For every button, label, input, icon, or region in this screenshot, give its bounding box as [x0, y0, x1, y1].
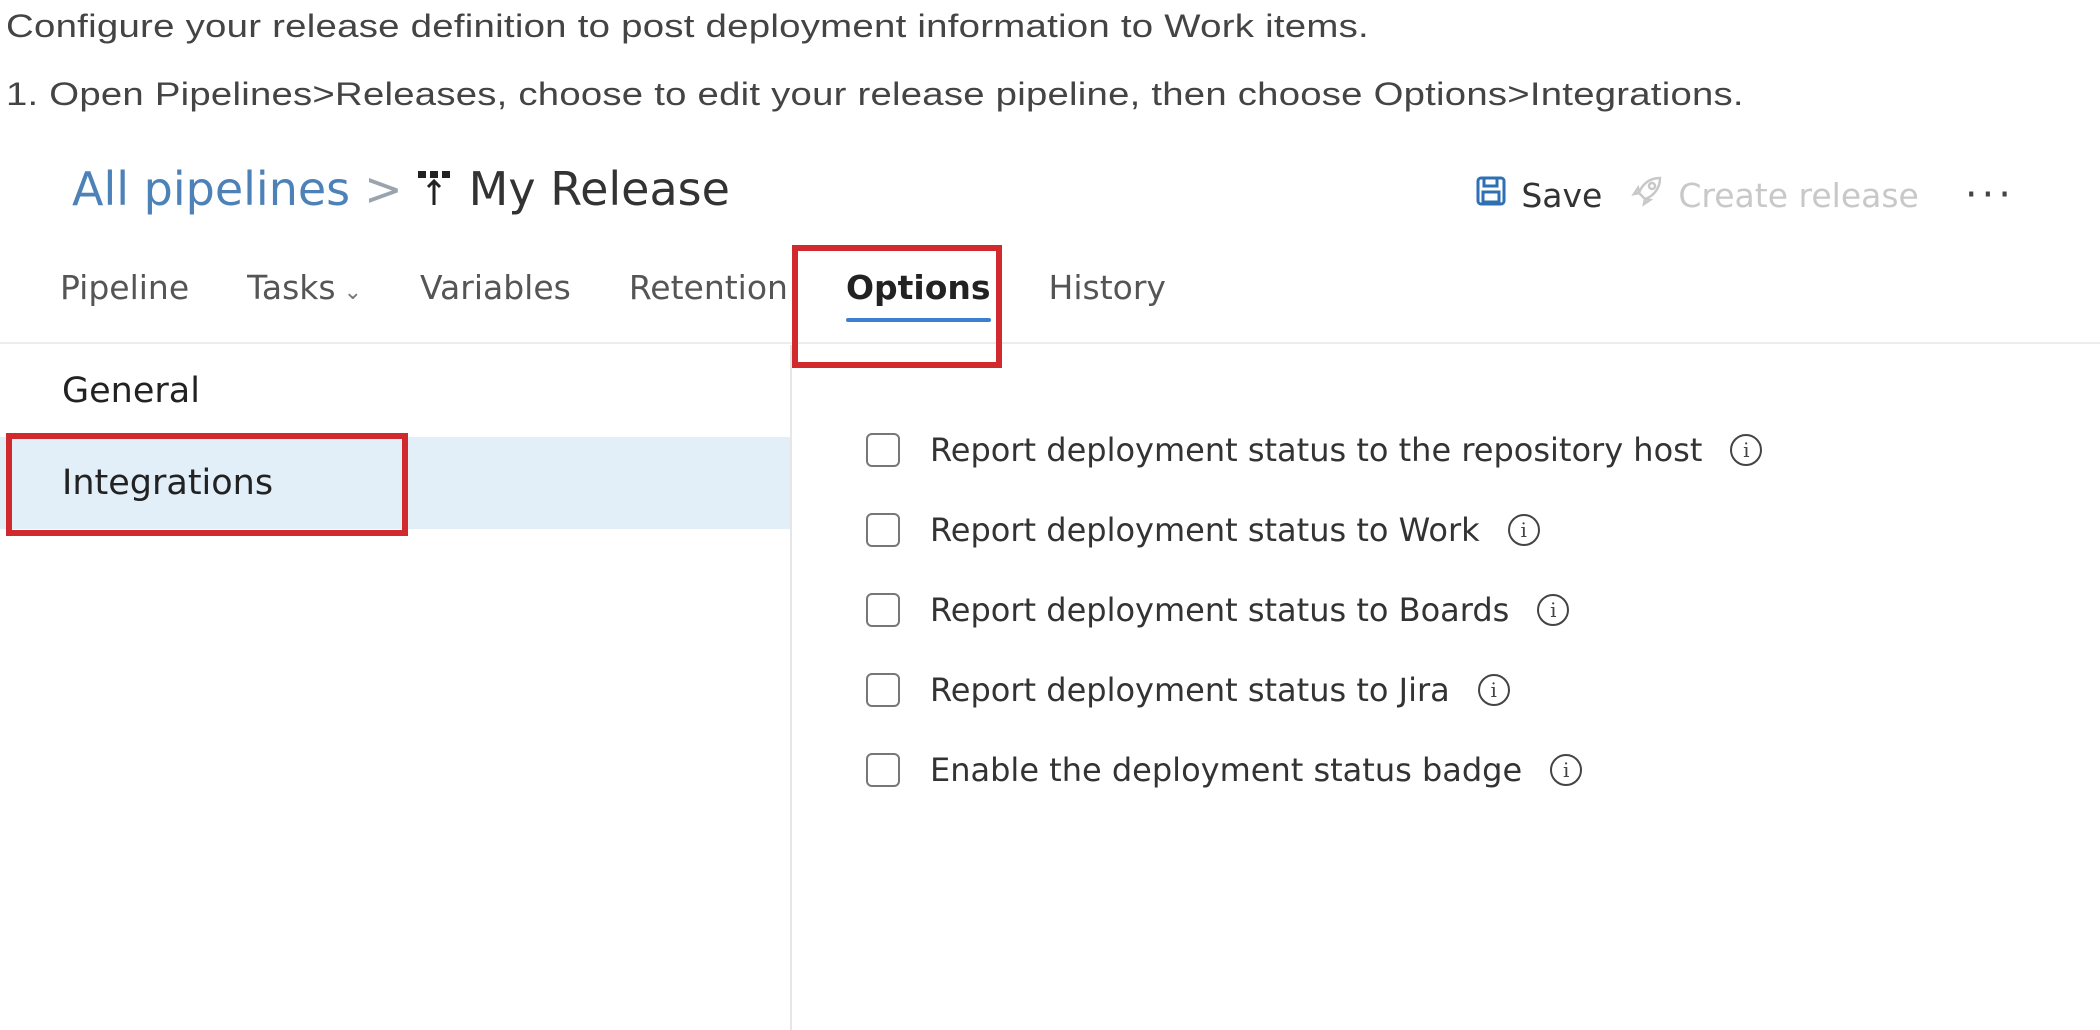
- option-report-repository-host: Report deployment status to the reposito…: [866, 410, 1763, 490]
- breadcrumb-separator: >: [364, 162, 403, 216]
- tab-tasks-label: Tasks: [247, 268, 336, 307]
- checkbox[interactable]: [866, 513, 900, 547]
- info-icon[interactable]: i: [1537, 594, 1570, 626]
- tab-tasks[interactable]: Tasks ⌄: [247, 260, 362, 322]
- tab-divider: [0, 342, 2100, 344]
- option-label: Report deployment status to Jira: [930, 671, 1450, 709]
- save-button[interactable]: Save: [1475, 175, 1602, 215]
- save-label: Save: [1521, 175, 1603, 215]
- option-label: Report deployment status to Work: [930, 511, 1480, 549]
- checkbox[interactable]: [866, 433, 900, 467]
- tab-pipeline[interactable]: Pipeline: [60, 260, 189, 322]
- more-actions-button[interactable]: ···: [1965, 172, 2015, 218]
- option-label: Report deployment status to the reposito…: [930, 431, 1703, 469]
- info-icon[interactable]: i: [1507, 514, 1540, 546]
- integration-options: Report deployment status to the reposito…: [866, 410, 1763, 810]
- intro-text-line-1: Configure your release definition to pos…: [6, 8, 1369, 44]
- sidebar-item-general[interactable]: General: [0, 345, 790, 437]
- intro-text-line-2: 1. Open Pipelines>Releases, choose to ed…: [6, 76, 1744, 112]
- tab-retention[interactable]: Retention: [629, 260, 788, 322]
- chevron-down-icon: ⌄: [343, 280, 363, 305]
- rocket-icon: [1630, 174, 1664, 216]
- option-label: Enable the deployment status badge: [930, 751, 1523, 789]
- info-icon[interactable]: i: [1550, 754, 1583, 786]
- highlight-integrations-item: [6, 433, 408, 536]
- release-editor-screenshot: All pipelines > My Release Save Create r…: [0, 140, 2100, 1030]
- checkbox[interactable]: [866, 753, 900, 787]
- page-title: My Release: [468, 162, 730, 216]
- info-icon[interactable]: i: [1477, 674, 1510, 706]
- option-label: Report deployment status to Boards: [930, 591, 1510, 629]
- option-report-boards: Report deployment status to Boards i: [866, 570, 1762, 650]
- save-icon: [1475, 175, 1507, 215]
- tab-bar: Pipeline Tasks ⌄ Variables Retention Opti…: [60, 260, 1224, 322]
- checkbox[interactable]: [866, 593, 900, 627]
- option-report-jira: Report deployment status to Jira i: [866, 650, 1762, 730]
- info-icon[interactable]: i: [1730, 434, 1763, 466]
- release-pipeline-icon: [417, 166, 451, 206]
- tab-variables[interactable]: Variables: [420, 260, 571, 322]
- highlight-options-tab: [792, 245, 1002, 368]
- option-report-work: Report deployment status to Work i: [866, 490, 1762, 570]
- tab-history[interactable]: History: [1049, 260, 1166, 322]
- toolbar: Save Create release ···: [1475, 172, 2015, 218]
- checkbox[interactable]: [866, 673, 900, 707]
- breadcrumb-all-pipelines[interactable]: All pipelines: [72, 162, 350, 216]
- option-status-badge: Enable the deployment status badge i: [866, 730, 1762, 810]
- create-release-label: Create release: [1678, 175, 1919, 215]
- breadcrumb: All pipelines > My Release: [72, 162, 730, 216]
- create-release-button[interactable]: Create release: [1630, 174, 1919, 216]
